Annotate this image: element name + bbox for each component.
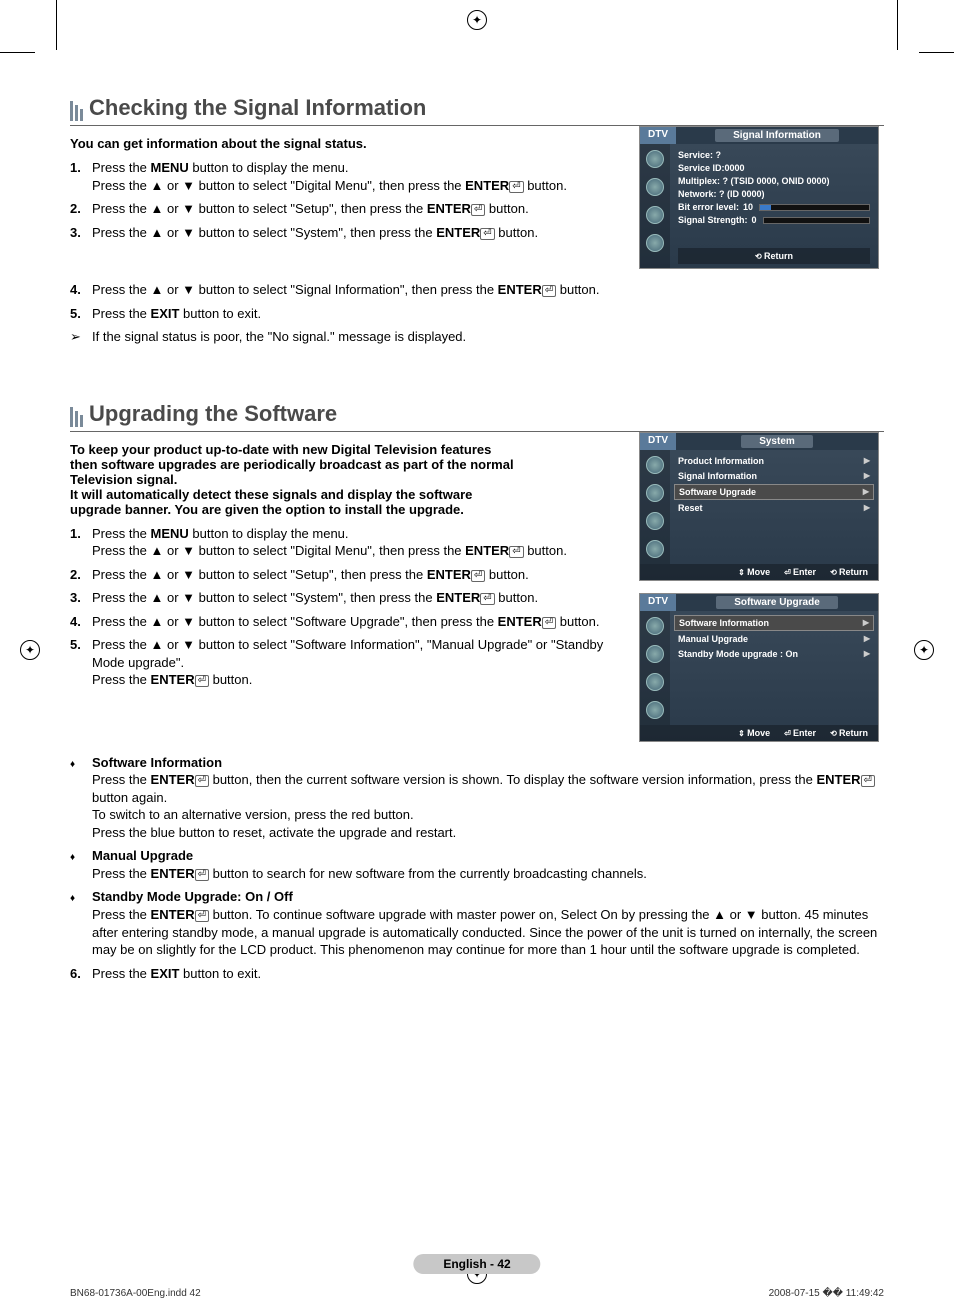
step-text: Press the MENU button to display the men… xyxy=(92,159,619,194)
steps-list-cont: 4.Press the ▲ or ▼ button to select "Sig… xyxy=(70,281,884,322)
osd-software-upgrade-menu: DTV Software Upgrade Software Informatio… xyxy=(639,593,879,742)
menu-item[interactable]: Reset▶ xyxy=(674,501,874,515)
crop-mark xyxy=(919,52,954,53)
menu-item-selected[interactable]: Software Information▶ xyxy=(674,615,874,631)
antenna-icon xyxy=(646,484,664,502)
diamond-bullet-icon xyxy=(70,888,92,958)
step-text: Press the ▲ or ▼ button to select "Softw… xyxy=(92,636,619,689)
section-title: Checking the Signal Information xyxy=(89,95,426,125)
osd-footer: Move Enter Return xyxy=(640,725,878,741)
title-bars-icon xyxy=(70,407,83,431)
language-icon xyxy=(646,701,664,719)
section-signal-info: Checking the Signal Information You can … xyxy=(70,95,884,346)
diamond-bullet-icon xyxy=(70,847,92,882)
osd-title: Signal Information xyxy=(715,129,839,142)
info-line: Network: ? (ID 0000) xyxy=(678,189,870,199)
osd-system-menu: DTV System Product Information▶ Signal xyxy=(639,432,879,581)
bullet-title: Standby Mode Upgrade: On / Off xyxy=(92,888,884,906)
bullet-body: Press the ENTER⏎ button. To continue sof… xyxy=(92,907,877,957)
osd-footer: Move Enter Return xyxy=(640,564,878,580)
bullet-title: Software Information xyxy=(92,754,884,772)
osd-badge: DTV xyxy=(640,594,676,611)
diamond-bullet-icon xyxy=(70,754,92,842)
note: If the signal status is poor, the "No si… xyxy=(70,328,884,346)
osd-sidebar-icons xyxy=(640,611,670,725)
registration-mark-icon xyxy=(914,640,934,660)
steps-list-cont: 6.Press the EXIT button to exit. xyxy=(70,965,884,983)
osd-sidebar-icons xyxy=(640,144,670,268)
language-icon xyxy=(646,234,664,252)
step-text: Press the EXIT button to exit. xyxy=(92,305,884,323)
step-text: Press the ▲ or ▼ button to select "Syste… xyxy=(92,224,619,242)
osd-badge: DTV xyxy=(640,433,676,450)
section-title: Upgrading the Software xyxy=(89,401,337,431)
section-software-upgrade: Upgrading the Software To keep your prod… xyxy=(70,401,884,983)
antenna-icon xyxy=(646,645,664,663)
osd-signal-information: DTV Signal Information Service: ? Servi xyxy=(639,126,879,269)
osd-sidebar-icons xyxy=(640,450,670,564)
globe-icon xyxy=(646,617,664,635)
bullet-title: Manual Upgrade xyxy=(92,847,884,865)
crop-mark xyxy=(0,52,35,53)
gear-icon xyxy=(646,673,664,691)
section-intro: You can get information about the signal… xyxy=(70,136,520,151)
info-line: Multiplex: ? (TSID 0000, ONID 0000) xyxy=(678,176,870,186)
menu-item[interactable]: Product Information▶ xyxy=(674,454,874,468)
step-text: Press the EXIT button to exit. xyxy=(92,965,884,983)
step-text: Press the ▲ or ▼ button to select "Setup… xyxy=(92,566,619,584)
info-line: Bit error level:10 xyxy=(678,202,870,212)
bullet-body: Press the ENTER⏎ button to search for ne… xyxy=(92,866,647,881)
osd-badge: DTV xyxy=(640,127,676,144)
menu-item[interactable]: Manual Upgrade▶ xyxy=(674,632,874,646)
step-text: Press the MENU button to display the men… xyxy=(92,525,619,560)
info-line: Service ID:0000 xyxy=(678,163,870,173)
footer-filename: BN68-01736A-00Eng.indd 42 xyxy=(70,1288,201,1299)
antenna-icon xyxy=(646,178,664,196)
step-text: Press the ▲ or ▼ button to select "Syste… xyxy=(92,589,619,607)
steps-list: 1.Press the MENU button to display the m… xyxy=(70,525,619,689)
print-footer: BN68-01736A-00Eng.indd 42 2008-07-15 �� … xyxy=(70,1288,884,1299)
step-text: Press the ▲ or ▼ button to select "Softw… xyxy=(92,613,619,631)
bullet-list: Software InformationPress the ENTER⏎ but… xyxy=(70,754,884,959)
crop-mark xyxy=(56,0,57,50)
language-icon xyxy=(646,540,664,558)
note-arrow-icon xyxy=(70,328,92,346)
globe-icon xyxy=(646,456,664,474)
registration-mark-icon xyxy=(467,10,487,30)
page-number: English - 42 xyxy=(413,1254,540,1274)
osd-title: System xyxy=(741,435,813,448)
osd-footer: Return xyxy=(678,248,870,264)
globe-icon xyxy=(646,150,664,168)
step-text: Press the ▲ or ▼ button to select "Signa… xyxy=(92,281,884,299)
title-bars-icon xyxy=(70,101,83,125)
steps-list: 1.Press the MENU button to display the m… xyxy=(70,159,619,241)
crop-mark xyxy=(897,0,898,50)
gear-icon xyxy=(646,206,664,224)
osd-title: Software Upgrade xyxy=(716,596,838,609)
registration-mark-icon xyxy=(20,640,40,660)
menu-item[interactable]: Standby Mode upgrade : On▶ xyxy=(674,647,874,661)
menu-item-selected[interactable]: Software Upgrade▶ xyxy=(674,484,874,500)
section-intro: To keep your product up-to-date with new… xyxy=(70,442,520,517)
step-text: Press the ▲ or ▼ button to select "Setup… xyxy=(92,200,619,218)
menu-item[interactable]: Signal Information▶ xyxy=(674,469,874,483)
gear-icon xyxy=(646,512,664,530)
footer-timestamp: 2008-07-15 �� 11:49:42 xyxy=(769,1288,884,1299)
bullet-body: Press the ENTER⏎ button, then the curren… xyxy=(92,772,875,840)
info-line: Signal Strength:0 xyxy=(678,215,870,225)
info-line: Service: ? xyxy=(678,150,870,160)
